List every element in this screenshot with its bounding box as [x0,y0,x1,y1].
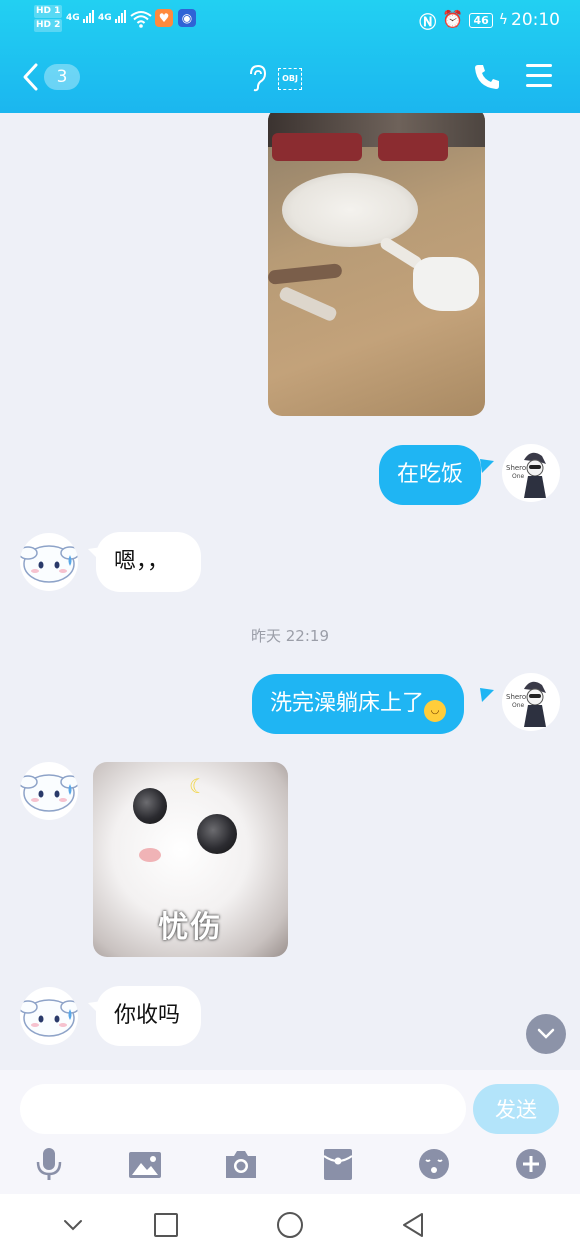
home-icon[interactable] [275,1210,305,1240]
back-triangle-icon[interactable] [398,1210,428,1240]
status-time: 20:10 [511,10,560,30]
bubble-tail [480,688,494,702]
battery-icon: 46 [469,12,493,28]
message-bubble-in[interactable]: 你收吗 [96,986,201,1046]
back-icon[interactable] [20,60,42,94]
image-icon[interactable] [128,1146,162,1182]
svg-text:One: One [512,473,525,480]
health-app-icon: ♥ [155,9,173,27]
sim1-signal-icon: 4G [66,10,95,23]
laughing-emoji-icon: ◡ [424,700,447,722]
mic-icon[interactable] [32,1146,66,1182]
bulb-app-icon: ◉ [178,9,196,27]
hd-indicators: HD 1 HD 2 [34,5,63,33]
wifi-icon [130,11,152,28]
cat-sticker[interactable]: ☾ 忧伤 [93,762,288,957]
hd2-label: HD 2 [34,19,63,32]
message-timestamp: 昨天 22:19 [251,627,329,645]
nfc-icon: Ⓝ [419,12,437,33]
svg-text:Shero: Shero [506,693,526,701]
status-right: Ⓝ ⏰ 46 ϟ 20:10 [419,8,560,33]
emoji-icon[interactable] [417,1146,451,1182]
sticker-caption: 忧伤 [158,910,223,945]
phone-call-icon[interactable] [472,62,502,92]
sent-photo[interactable] [268,113,485,416]
my-avatar[interactable]: Shero One [502,673,560,731]
charging-bolt-icon: ϟ [498,12,508,28]
contact-avatar[interactable] [20,987,78,1045]
bubble-tail [480,459,494,473]
message-input[interactable] [20,1084,466,1134]
message-text: 洗完澡躺床上了 [270,691,425,716]
recent-apps-icon[interactable] [151,1210,181,1240]
plus-icon[interactable] [514,1146,548,1182]
contact-avatar[interactable] [20,533,78,591]
red-packet-icon[interactable] [321,1146,355,1182]
contact-avatar[interactable] [20,762,78,820]
hide-keyboard-chevron-icon[interactable] [58,1210,88,1240]
scroll-to-bottom-button[interactable] [526,1014,566,1054]
status-bar: HD 1 HD 2 4G 4G ♥ ◉ Ⓝ ⏰ 46 ϟ 20:10 [0,0,580,40]
my-avatar[interactable]: Shero One [502,444,560,502]
moon-icon: ☾ [189,774,207,798]
chevron-down-icon [537,1028,555,1039]
input-bar: 发送 [0,1070,580,1194]
message-bubble-out[interactable]: 在吃饭 [379,445,482,505]
camera-icon[interactable] [224,1146,258,1182]
input-toolbar [0,1146,580,1186]
sim2-network-label: 4G [98,13,112,23]
system-nav-bar [0,1194,580,1257]
send-button[interactable]: 发送 [473,1084,559,1134]
alarm-icon: ⏰ [442,10,464,30]
svg-text:Shero: Shero [506,464,526,472]
hd1-label: HD 1 [34,5,63,18]
chat-area[interactable]: 在吃饭 Shero One 嗯，， 昨天 22:19 洗完澡躺床上了 ◡ She… [0,113,580,1070]
chat-navbar: 3 OBJ [0,50,580,106]
message-bubble-in[interactable]: 嗯，， [96,532,201,592]
sim1-network-label: 4G [66,13,80,23]
sim2-signal-icon: 4G [98,10,127,23]
ear-icon[interactable] [247,64,267,92]
unread-count-badge[interactable]: 3 [44,64,80,90]
top-header: HD 1 HD 2 4G 4G ♥ ◉ Ⓝ ⏰ 46 ϟ 20:10 3 OBJ [0,0,580,113]
obj-scan-icon[interactable]: OBJ [278,68,302,90]
svg-text:One: One [512,702,525,709]
menu-icon[interactable] [526,64,552,88]
message-bubble-out[interactable]: 洗完澡躺床上了 ◡ [252,674,465,734]
